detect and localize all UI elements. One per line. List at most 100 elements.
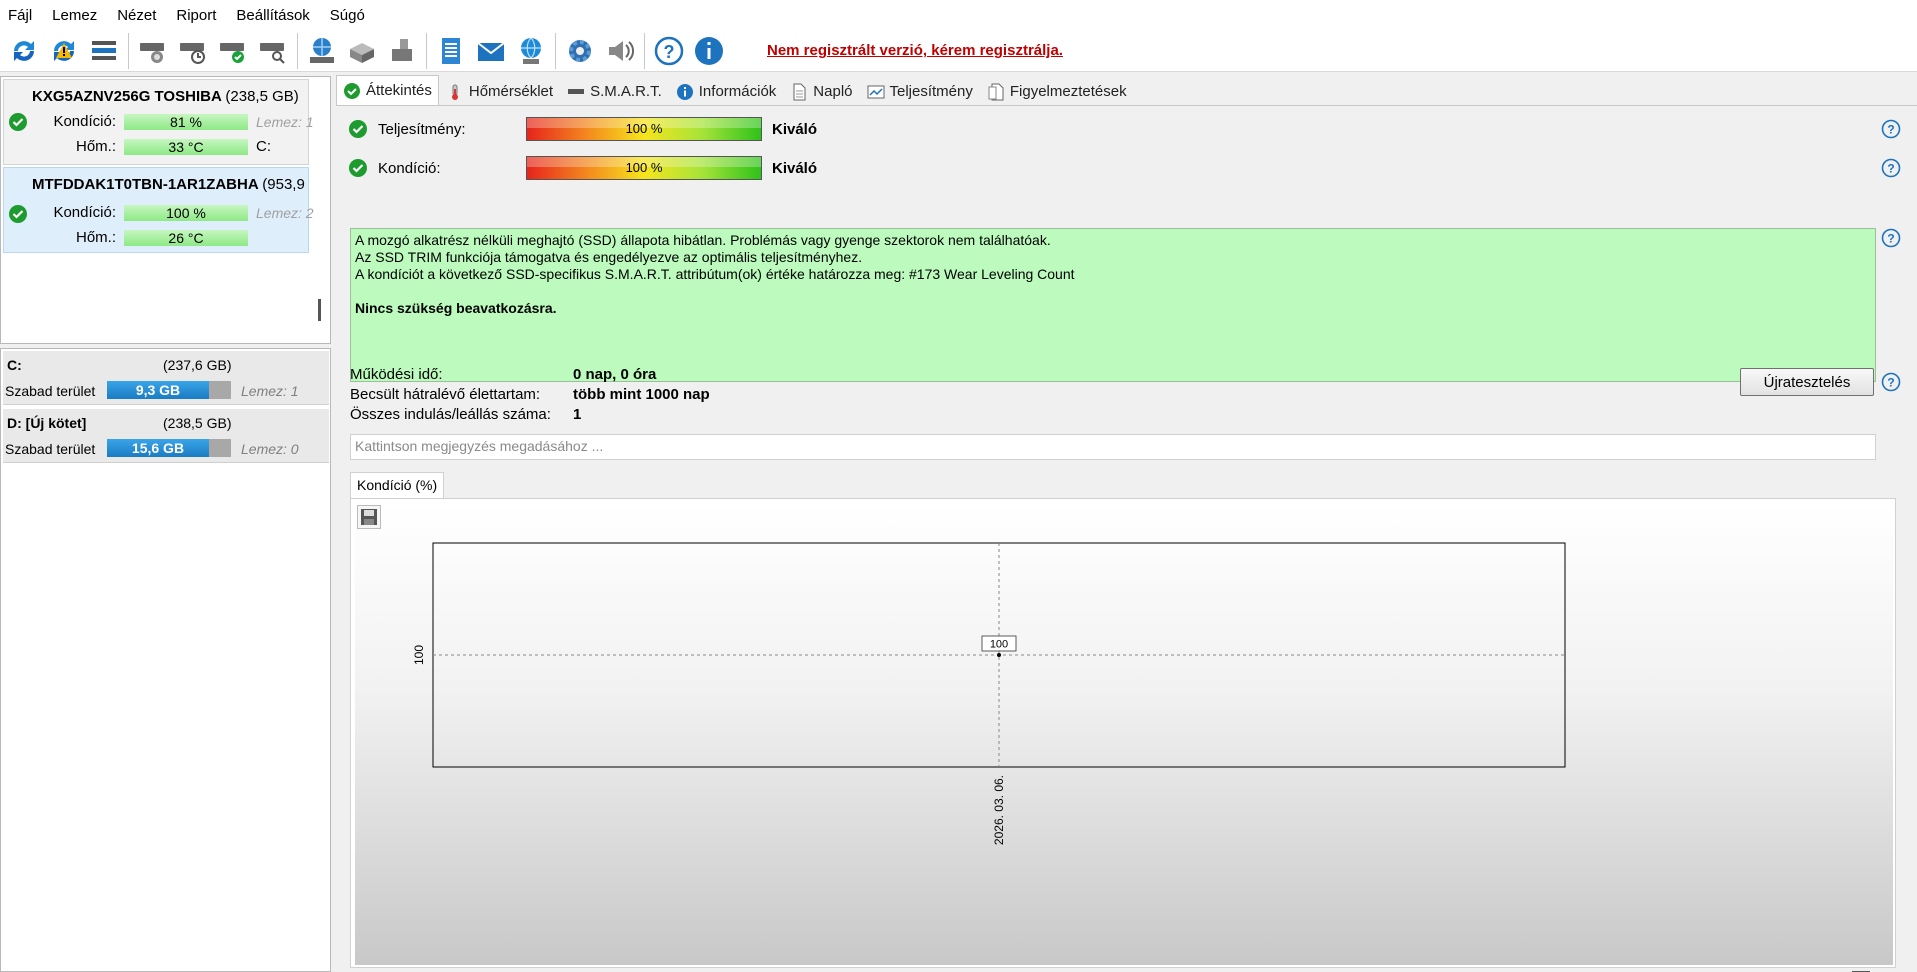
disk-check-icon[interactable] <box>217 35 249 67</box>
volume-item[interactable]: C: (237,6 GB) Szabad terület 9,3 GB Leme… <box>3 351 329 405</box>
disk-model: KXG5AZNV256G TOSHIBA <box>32 88 222 105</box>
disk-model: MTFDDAK1T0TBN-1AR1ZABHA <box>32 176 259 193</box>
volume-disk: Lemez: 1 <box>241 383 299 399</box>
volume-list: C: (237,6 GB) Szabad terület 9,3 GB Leme… <box>0 348 331 972</box>
tab-alerts[interactable]: Figyelmeztetések <box>980 77 1134 105</box>
temperature-bar: 33 °C <box>124 139 248 155</box>
disk-list: KXG5AZNV256G TOSHIBA (238,5 GB) Kondíció… <box>0 76 331 344</box>
svg-text:?: ? <box>1887 376 1894 390</box>
network-disk-icon[interactable] <box>306 35 338 67</box>
menu-report[interactable]: Riport <box>176 7 216 24</box>
free-space-label: Szabad terület <box>5 383 96 399</box>
registration-link[interactable]: Nem regisztrált verzió, kérem regisztrál… <box>767 42 1063 59</box>
tab-smart[interactable]: S.M.A.R.T. <box>560 77 669 105</box>
refresh-icon[interactable] <box>8 35 40 67</box>
y-tick-label: 100 <box>412 645 426 665</box>
disk-icon <box>567 83 585 101</box>
x-tick-label: 2026. 03. 06. <box>992 775 1006 845</box>
svg-text:?: ? <box>664 42 675 62</box>
toolbar-separator <box>555 32 556 69</box>
tab-label: Információk <box>698 83 777 100</box>
data-point <box>997 653 1001 657</box>
overview-panel: Teljesítmény: 100 % Kiváló ? Kondíció: 1… <box>336 106 1917 972</box>
help-icon[interactable]: ? <box>1881 119 1901 139</box>
volume-name: C: <box>7 357 22 373</box>
report-icon[interactable] <box>435 35 467 67</box>
data-label: 100 <box>990 639 1008 651</box>
condition-label: Kondíció: <box>378 160 441 177</box>
disk-test-icon[interactable] <box>137 35 169 67</box>
tab-information[interactable]: Információk <box>669 77 784 105</box>
external-disk-icon[interactable] <box>346 35 378 67</box>
menu-disk[interactable]: Lemez <box>52 7 97 24</box>
volume-item[interactable]: D: [Új kötet] (238,5 GB) Szabad terület … <box>3 409 329 463</box>
tab-label: Áttekintés <box>366 82 432 99</box>
disk-list-icon[interactable] <box>88 35 120 67</box>
uptime-label: Működési idő: <box>350 366 443 383</box>
chart-tab-condition[interactable]: Kondíció (%) <box>350 472 445 498</box>
performance-rating: Kiváló <box>772 121 818 138</box>
scrollbar[interactable] <box>318 299 321 321</box>
disk-size: (238,5 GB) <box>225 88 299 105</box>
drive-letter: C: <box>256 138 271 155</box>
ok-check-icon <box>349 159 367 177</box>
retest-button[interactable]: Újratesztelés <box>1740 368 1874 396</box>
alert-document-icon <box>987 83 1005 101</box>
ok-check-icon <box>9 205 27 223</box>
temperature-label: Hőm.: <box>75 138 116 155</box>
toolbar-separator <box>297 32 298 69</box>
lifetime-value: több mint 1000 nap <box>573 386 710 403</box>
tab-overview[interactable]: Áttekintés <box>336 75 439 105</box>
info-icon[interactable] <box>693 35 725 67</box>
toolbar-separator <box>644 32 645 69</box>
refresh-warning-icon[interactable] <box>48 35 80 67</box>
speaker-icon[interactable] <box>604 35 636 67</box>
temperature-bar: 26 °C <box>124 230 248 246</box>
left-panel: KXG5AZNV256G TOSHIBA (238,5 GB) Kondíció… <box>0 76 332 972</box>
tab-performance[interactable]: Teljesítmény <box>860 77 980 105</box>
disk-schedule-icon[interactable] <box>177 35 209 67</box>
svg-text:?: ? <box>1887 232 1894 246</box>
menu-settings[interactable]: Beállítások <box>236 7 309 24</box>
tab-temperature[interactable]: Hőmérséklet <box>439 77 560 105</box>
help-icon[interactable]: ? <box>653 35 685 67</box>
condition-bar: 100 % <box>124 205 248 221</box>
menu-view[interactable]: Nézet <box>117 7 156 24</box>
tab-log[interactable]: Napló <box>783 77 859 105</box>
status-line: Az SSD TRIM funkciója támogatva és enged… <box>355 249 863 265</box>
condition-chart: 100 2026. 03. 06. 100 <box>350 498 1896 968</box>
check-icon <box>343 82 361 100</box>
volume-size: (238,5 GB) <box>163 415 232 431</box>
email-icon[interactable] <box>475 35 507 67</box>
disk-name: KXG5AZNV256G TOSHIBA (238,5 GB) <box>32 88 299 105</box>
thermometer-icon <box>446 83 464 101</box>
disk-size: (953,9 <box>262 176 305 193</box>
tab-bar: Áttekintés Hőmérséklet S.M.A.R.T. Inform… <box>336 75 1917 106</box>
condition-bar: 100 % <box>526 156 762 180</box>
status-message: A mozgó alkatrész nélküli meghajtó (SSD)… <box>350 228 1876 382</box>
gear-icon[interactable] <box>564 35 596 67</box>
help-icon[interactable]: ? <box>1881 228 1901 248</box>
disk-search-icon[interactable] <box>257 35 289 67</box>
help-icon[interactable]: ? <box>1881 372 1901 392</box>
starts-label: Összes indulás/leállás száma: <box>350 406 551 423</box>
ok-check-icon <box>9 113 27 131</box>
menu-help[interactable]: Súgó <box>330 7 365 24</box>
chart-icon <box>867 83 885 101</box>
volume-name: D: [Új kötet] <box>7 415 87 431</box>
disk-card[interactable]: MTFDDAK1T0TBN-1AR1ZABHA (953,9 Kondíció:… <box>3 167 314 253</box>
lifetime-label: Becsült hátralévő élettartam: <box>350 386 541 403</box>
uptime-value: 0 nap, 0 óra <box>573 366 657 383</box>
menu-file[interactable]: Fájl <box>8 7 32 24</box>
free-space-bar: 9,3 GB <box>107 381 231 399</box>
disk-card[interactable]: KXG5AZNV256G TOSHIBA (238,5 GB) Kondíció… <box>3 79 314 165</box>
help-icon[interactable]: ? <box>1881 158 1901 178</box>
free-space-value: 15,6 GB <box>107 439 209 457</box>
usb-disk-icon[interactable] <box>386 35 418 67</box>
disk-number: Lemez: 1 <box>256 114 314 130</box>
tab-label: Hőmérséklet <box>468 83 554 100</box>
free-space-bar: 15,6 GB <box>107 439 231 457</box>
web-report-icon[interactable] <box>515 35 547 67</box>
disk-number: Lemez: 2 <box>256 205 314 221</box>
note-input[interactable]: Kattintson megjegyzés megadásához ... <box>350 434 1876 460</box>
